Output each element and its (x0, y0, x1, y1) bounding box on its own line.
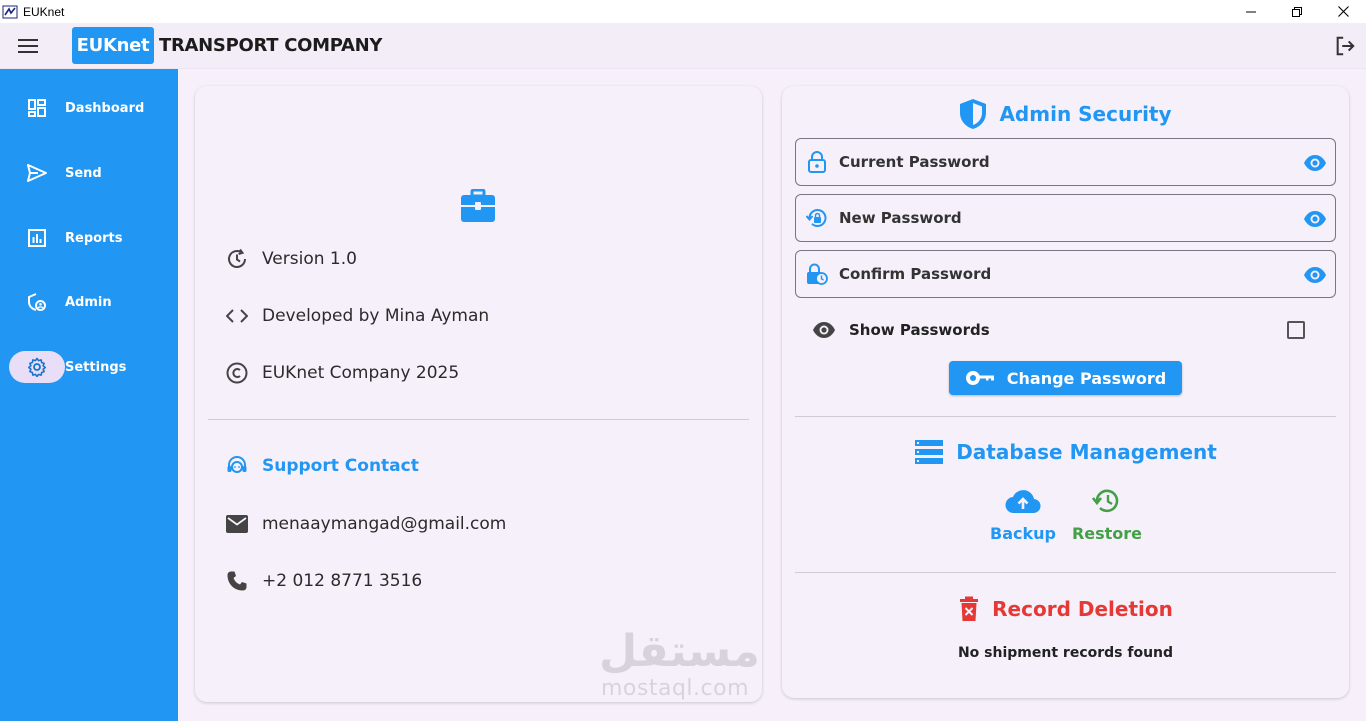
change-password-label: Change Password (1006, 368, 1167, 388)
no-records-message: No shipment records found (957, 645, 1174, 661)
sidebar-item-label: Admin (65, 294, 112, 310)
hamburger-icon[interactable] (18, 38, 38, 54)
window-titlebar: EUKnet (0, 0, 1366, 23)
record-deletion-heading: Record Deletion (782, 596, 1349, 622)
record-deletion-title: Record Deletion (992, 597, 1173, 621)
reports-icon (26, 227, 48, 249)
close-button[interactable] (1320, 0, 1366, 23)
minimize-icon (1246, 11, 1256, 12)
dashboard-icon (26, 97, 48, 119)
restore-button[interactable]: Restore (1069, 486, 1145, 543)
admin-panel: Admin Security Current Password New Pass… (782, 86, 1349, 698)
restore-button[interactable] (1274, 0, 1320, 23)
copyright-row: EUKnet Company 2025 (225, 361, 459, 385)
watermark-logo: مستقل mostaql.com (599, 626, 769, 706)
sidebar-item-admin[interactable]: Admin (0, 282, 178, 322)
admin-icon (26, 291, 48, 313)
restore-icon (1292, 6, 1302, 17)
code-icon (225, 304, 249, 328)
developer-row: Developed by Mina Ayman (225, 304, 489, 328)
confirm-password-placeholder: Confirm Password (839, 265, 992, 283)
restore-label: Restore (1071, 524, 1143, 543)
about-panel: Version 1.0 Developed by Mina Ayman EUKn… (195, 86, 762, 702)
copyright-text: EUKnet Company 2025 (262, 363, 460, 383)
database-title: Database Management (956, 440, 1217, 464)
show-passwords-row: Show Passwords (812, 318, 990, 342)
key-icon (965, 371, 994, 385)
eye-icon[interactable] (1303, 263, 1327, 287)
logout-icon[interactable] (1334, 35, 1356, 57)
developer-text: Developed by Mina Ayman (262, 306, 490, 326)
restore-history-icon (1092, 489, 1119, 513)
backup-button[interactable]: Backup (987, 488, 1059, 543)
sidebar-item-label: Dashboard (65, 100, 145, 116)
new-password-placeholder: New Password (839, 209, 962, 227)
sidebar-item-label: Settings (65, 359, 127, 375)
database-icon (915, 440, 944, 464)
lock-reset-icon (806, 207, 828, 229)
phone-icon (225, 569, 249, 593)
eye-icon[interactable] (1303, 151, 1327, 175)
brand-logo: EUKnet (72, 27, 154, 64)
phone-text[interactable]: +2 012 8771 3516 (262, 571, 422, 591)
copyright-icon (225, 361, 249, 385)
about-divider (208, 419, 749, 420)
version-text: Version 1.0 (262, 249, 357, 269)
brand-name: TRANSPORT COMPANY (159, 35, 383, 56)
current-password-placeholder: Current Password (839, 153, 990, 171)
app-icon (2, 5, 18, 18)
support-contact-title: Support Contact (262, 456, 419, 476)
phone-row: +2 012 8771 3516 (225, 569, 422, 593)
version-row: Version 1.0 (225, 247, 357, 271)
shield-icon (960, 99, 987, 129)
confirm-password-field[interactable]: Confirm Password (795, 250, 1336, 298)
show-passwords-checkbox[interactable] (1287, 321, 1305, 339)
sidebar: Dashboard Send Reports Admin Settings (0, 69, 178, 721)
current-password-field[interactable]: Current Password (795, 138, 1336, 186)
admin-security-title: Admin Security (999, 102, 1172, 126)
backup-label: Backup (990, 524, 1056, 543)
support-agent-icon (225, 454, 249, 478)
sidebar-item-label: Send (65, 165, 102, 181)
close-icon (1337, 6, 1349, 17)
window-title: EUKnet (23, 4, 65, 19)
watermark-arabic: مستقل (599, 626, 760, 677)
change-password-button[interactable]: Change Password (949, 361, 1182, 395)
brand-logo-text: EUKnet (76, 35, 150, 56)
admin-security-heading: Admin Security (782, 98, 1349, 130)
send-icon (26, 162, 48, 184)
sidebar-item-label: Reports (65, 230, 123, 246)
update-icon (225, 247, 249, 271)
lock-icon (806, 151, 828, 173)
support-contact-heading: Support Contact (225, 454, 419, 478)
security-divider (795, 416, 1336, 417)
email-icon (225, 512, 249, 536)
visibility-icon (813, 322, 835, 338)
email-text[interactable]: menaaymangad@gmail.com (262, 514, 506, 534)
app-header: EUKnet TRANSPORT COMPANY (0, 23, 1366, 69)
sidebar-item-settings[interactable]: Settings (0, 347, 178, 387)
show-passwords-label: Show Passwords (849, 321, 990, 339)
new-password-field[interactable]: New Password (795, 194, 1336, 242)
lock-clock-icon (806, 263, 828, 285)
sidebar-item-send[interactable]: Send (0, 153, 178, 193)
briefcase-icon (461, 189, 495, 222)
cloud-upload-icon (1005, 490, 1041, 514)
eye-icon[interactable] (1303, 207, 1327, 231)
delete-forever-icon (960, 596, 979, 621)
database-heading: Database Management (782, 439, 1349, 465)
database-divider (795, 572, 1336, 573)
sidebar-item-reports[interactable]: Reports (0, 218, 178, 258)
email-row: menaaymangad@gmail.com (225, 512, 506, 536)
sidebar-item-dashboard[interactable]: Dashboard (0, 88, 178, 128)
gear-icon (26, 356, 48, 378)
minimize-button[interactable] (1228, 0, 1274, 23)
watermark-latin: mostaql.com (601, 676, 750, 701)
